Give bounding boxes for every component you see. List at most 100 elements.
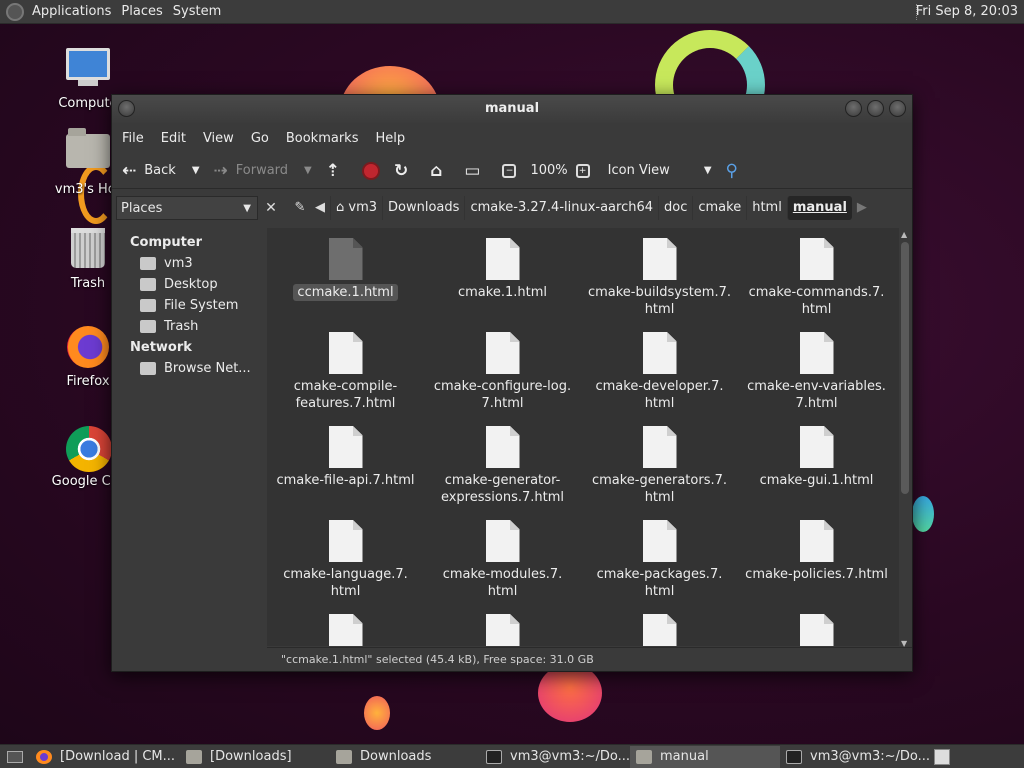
sidebar-item-trash[interactable]: Trash — [112, 316, 264, 337]
up-button[interactable]: ⇡ — [326, 161, 348, 181]
sidebar-item-browse-network[interactable]: Browse Net... — [112, 358, 264, 379]
taskbar-item[interactable]: vm3@vm3:~/Do... — [780, 746, 930, 768]
breadcrumb-doc[interactable]: doc — [658, 196, 692, 220]
zoom-in-button[interactable]: + — [575, 163, 596, 178]
file-name: cmake-modules.7. html — [428, 566, 578, 600]
menu-bookmarks[interactable]: Bookmarks — [280, 131, 370, 146]
forward-button[interactable]: ⇢ Forward ▼ — [214, 161, 312, 181]
file-item[interactable] — [738, 614, 895, 646]
file-name-line: features.7.html — [295, 396, 396, 411]
workspace-switcher[interactable] — [934, 748, 950, 765]
breadcrumb-scroll-right[interactable]: ▶ — [852, 196, 872, 220]
taskbar-item[interactable]: [Download | CM... — [30, 746, 180, 768]
file-item[interactable]: cmake-generators.7. html — [581, 426, 738, 520]
menu-system[interactable]: System — [171, 4, 229, 19]
file-name-line: ccmake.1.html — [297, 285, 394, 300]
clock[interactable]: Fri Sep 8, 20:03 — [916, 0, 1018, 24]
stop-icon — [362, 161, 380, 180]
file-item[interactable]: cmake-compile-features.7.html — [267, 332, 424, 426]
show-desktop-button[interactable] — [0, 746, 30, 768]
scrollbar-thumb[interactable] — [901, 242, 909, 494]
close-button[interactable] — [889, 100, 906, 117]
file-name-line: cmake-policies.7.html — [745, 567, 888, 582]
menu-places[interactable]: Places — [119, 4, 170, 19]
view-mode-select[interactable]: Icon View ▼ — [608, 163, 712, 178]
zoom-level: 100% — [530, 163, 568, 178]
menu-edit[interactable]: Edit — [155, 131, 197, 146]
computer-button[interactable]: ▭ — [464, 161, 488, 181]
breadcrumb-cmake-dir[interactable]: cmake-3.27.4-linux-aarch64 — [464, 196, 658, 220]
file-item[interactable]: cmake-configure-log. 7.html — [424, 332, 581, 426]
sidebar-mode-select[interactable]: Places ▼ — [116, 196, 258, 220]
back-button[interactable]: ⇠ Back ▼ — [122, 161, 200, 181]
file-item[interactable]: cmake-policies.7.html — [738, 520, 895, 614]
breadcrumb-vm3[interactable]: ⌂ vm3 — [330, 196, 382, 220]
file-item[interactable]: cmake-packages.7. html — [581, 520, 738, 614]
breadcrumb-cmake[interactable]: cmake — [692, 196, 746, 220]
taskbar: [Download | CM... [Downloads] Downloads vm3… — [0, 744, 1024, 768]
html-file-icon — [328, 614, 363, 646]
file-item[interactable]: cmake-gui.1.html — [738, 426, 895, 520]
menu-help[interactable]: Help — [369, 131, 416, 146]
folder-icon — [186, 749, 202, 764]
zoom-out-button[interactable]: − — [502, 163, 522, 178]
file-view-scrollbar[interactable]: ▲ ▼ — [900, 230, 910, 648]
back-history-dropdown[interactable]: ▼ — [192, 165, 200, 176]
status-bar: "ccmake.1.html" selected (45.4 kB), Free… — [267, 647, 912, 671]
menu-view[interactable]: View — [197, 131, 245, 146]
drive-icon — [140, 299, 156, 312]
file-item[interactable]: cmake.1.html — [424, 238, 581, 332]
menu-file[interactable]: File — [116, 131, 155, 146]
file-item[interactable]: cmake-commands.7. html — [738, 238, 895, 332]
home-button[interactable]: ⌂ — [430, 161, 450, 181]
file-item[interactable]: cmake-env-variables. 7.html — [738, 332, 895, 426]
taskbar-item[interactable]: [Downloads] — [180, 746, 330, 768]
file-item[interactable]: cmake-generator-expressions.7.html — [424, 426, 581, 520]
menu-go[interactable]: Go — [245, 131, 280, 146]
sidebar-item-file-system[interactable]: File System — [112, 295, 264, 316]
distro-logo-icon[interactable] — [6, 2, 24, 21]
file-item[interactable]: cmake-modules.7. html — [424, 520, 581, 614]
breadcrumb-downloads[interactable]: Downloads — [382, 196, 464, 220]
window-menu-button[interactable] — [118, 100, 135, 117]
window-titlebar[interactable]: manual — [112, 95, 912, 123]
breadcrumb-html[interactable]: html — [746, 196, 787, 220]
sidebar-item-desktop[interactable]: Desktop — [112, 274, 264, 295]
menu-applications[interactable]: Applications — [30, 4, 119, 19]
breadcrumb-manual[interactable]: manual — [786, 196, 852, 220]
file-name: ccmake.1.html — [293, 284, 398, 301]
file-name-line: cmake-file-api.7.html — [276, 473, 415, 488]
edit-location-button[interactable]: ✎ — [290, 196, 310, 220]
file-item[interactable] — [424, 614, 581, 646]
reload-button[interactable]: ↻ — [394, 161, 416, 181]
file-item[interactable]: cmake-developer.7. html — [581, 332, 738, 426]
taskbar-item[interactable]: Downloads — [330, 746, 480, 768]
file-item[interactable]: cmake-file-api.7.html — [267, 426, 424, 520]
forward-history-dropdown[interactable]: ▼ — [304, 165, 312, 176]
taskbar-item[interactable]: manual — [630, 745, 780, 768]
file-item[interactable] — [581, 614, 738, 646]
up-arrow-icon: ⇡ — [325, 160, 340, 181]
sidebar-item-vm3[interactable]: vm3 — [112, 253, 264, 274]
html-file-icon — [642, 614, 677, 646]
file-name-line: html — [801, 302, 832, 317]
taskbar-item[interactable]: vm3@vm3:~/Do... — [480, 746, 630, 768]
stop-button[interactable] — [362, 161, 380, 180]
file-item[interactable] — [267, 614, 424, 646]
file-name-line: cmake-configure-log. — [433, 379, 572, 394]
computer-icon: ▭ — [464, 160, 481, 181]
sidebar-item-label: File System — [164, 298, 239, 313]
scroll-up-icon: ▲ — [901, 230, 908, 239]
search-button[interactable]: ⚲ — [726, 161, 746, 181]
file-item[interactable]: ccmake.1.html — [267, 238, 424, 332]
file-name: cmake-generators.7. html — [585, 472, 735, 506]
close-sidebar-button[interactable]: ✕ — [262, 200, 280, 216]
file-name-line: html — [644, 302, 675, 317]
sidebar-mode-label: Places — [121, 200, 163, 216]
minimize-button[interactable] — [845, 100, 862, 117]
breadcrumb-scroll-left[interactable]: ◀ — [310, 196, 330, 220]
file-item[interactable]: cmake-language.7. html — [267, 520, 424, 614]
file-item[interactable]: cmake-buildsystem.7. html — [581, 238, 738, 332]
html-file-icon — [485, 520, 520, 562]
maximize-button[interactable] — [867, 100, 884, 117]
